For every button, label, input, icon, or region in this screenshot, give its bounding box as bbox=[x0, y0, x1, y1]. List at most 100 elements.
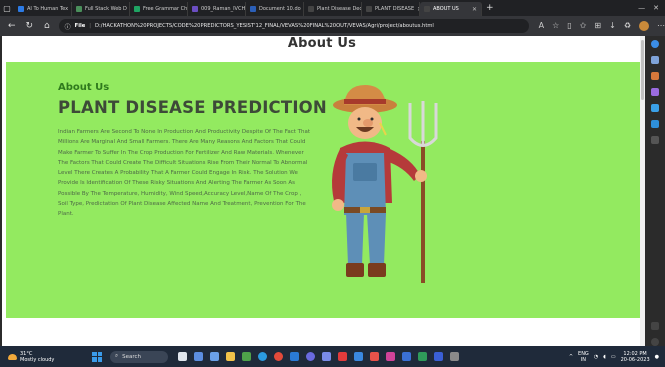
tab-label: PLANT DISEASE bbox=[375, 6, 415, 12]
menu-icon[interactable]: ⋯ bbox=[657, 21, 665, 31]
clock[interactable]: 12:02 PM 20-06-2023 bbox=[621, 351, 650, 363]
discord-icon[interactable] bbox=[322, 352, 331, 361]
favorites-icon[interactable]: ✩ bbox=[580, 21, 587, 31]
games-icon[interactable] bbox=[651, 104, 659, 112]
notifications-icon[interactable]: ● bbox=[655, 354, 659, 360]
tab-favicon-icon bbox=[76, 6, 82, 12]
section-headline: PLANT DISEASE PREDICTION bbox=[58, 98, 327, 117]
tab-label: Document 10.do bbox=[259, 6, 301, 12]
tab-favicon-icon bbox=[308, 6, 314, 12]
page-scrollbar[interactable] bbox=[640, 36, 645, 346]
tab-label: AI To Human Tex bbox=[27, 6, 69, 12]
tab-label: 009_Raman_IVCH bbox=[201, 6, 246, 12]
sidebar-settings-icon[interactable] bbox=[651, 338, 659, 346]
profile-avatar[interactable] bbox=[638, 21, 649, 31]
volume-icon[interactable]: ◖ bbox=[603, 354, 606, 360]
chat-icon[interactable] bbox=[194, 352, 203, 361]
downloads-icon[interactable]: ↓ bbox=[609, 21, 616, 31]
browser-tab[interactable]: AI To Human Tex✕ bbox=[14, 2, 72, 16]
whatsapp-icon[interactable] bbox=[418, 352, 427, 361]
weather-desc: Mostly cloudy bbox=[20, 356, 55, 363]
tab-favicon-icon bbox=[134, 6, 140, 12]
screen: ▢ AI To Human Tex✕Full Stack Web D✕Free … bbox=[0, 0, 665, 367]
file-manager-icon[interactable] bbox=[178, 352, 187, 361]
browser-tab[interactable]: Document 10.do✕ bbox=[246, 2, 304, 16]
browser-tab[interactable]: Full Stack Web D✕ bbox=[72, 2, 130, 16]
search-label: Search bbox=[122, 353, 141, 360]
add-sidebar-icon[interactable] bbox=[651, 136, 659, 144]
weather-widget[interactable]: 31°C Mostly cloudy bbox=[0, 351, 80, 363]
tools-icon[interactable] bbox=[651, 88, 659, 96]
chevron-up-icon[interactable]: ^ bbox=[569, 354, 573, 360]
address-path: D:/HACKATHON%20PROJECTS/CODE%20PREDICTOR… bbox=[95, 23, 434, 29]
windows-taskbar: 31°C Mostly cloudy ⌕ Search ^ ENG IN ◔ ◖… bbox=[0, 346, 665, 367]
tab-favicon-icon bbox=[250, 6, 256, 12]
tab-label: Free Grammar Ch bbox=[143, 6, 188, 12]
folder-icon[interactable] bbox=[226, 352, 235, 361]
section-body: Indian Farmers Are Second To None In Pro… bbox=[58, 129, 311, 217]
address-separator: | bbox=[89, 23, 92, 29]
word-icon[interactable] bbox=[402, 352, 411, 361]
search-icon: ⌕ bbox=[115, 353, 119, 359]
language-indicator[interactable]: ENG IN bbox=[578, 351, 589, 363]
system-tray: ^ ENG IN ◔ ◖ ▭ 12:02 PM 20-06-2023 ● bbox=[569, 351, 665, 363]
tab-label: ABOUT US bbox=[433, 6, 459, 12]
back-icon[interactable]: ← bbox=[6, 21, 18, 31]
settings-icon[interactable] bbox=[450, 352, 459, 361]
wifi-icon[interactable]: ◔ bbox=[594, 354, 598, 360]
section-eyebrow: About Us bbox=[58, 82, 110, 93]
farmer-illustration bbox=[332, 85, 438, 283]
browser-tab[interactable]: ABOUT US ✕ bbox=[420, 2, 482, 16]
vscode-icon[interactable] bbox=[290, 352, 299, 361]
instagram-icon[interactable] bbox=[386, 352, 395, 361]
notes-icon[interactable] bbox=[434, 352, 443, 361]
battery-icon[interactable]: ▭ bbox=[611, 354, 616, 360]
page-title: About Us bbox=[287, 36, 357, 51]
teams-icon[interactable] bbox=[306, 352, 315, 361]
mail-icon[interactable] bbox=[354, 352, 363, 361]
toolbar-icons: A ☆ ▯ ✩ ⊞ ↓ ♻ ⋯ bbox=[539, 21, 665, 31]
minimize-icon[interactable]: — bbox=[638, 4, 645, 12]
sidebar-layout-icon[interactable] bbox=[651, 322, 659, 330]
start-button[interactable] bbox=[92, 351, 102, 362]
browser-tab[interactable]: Plant Disease Dec✕ bbox=[304, 2, 362, 16]
tab-actions-icon[interactable]: ▢ bbox=[0, 1, 14, 15]
weather-cloud-icon bbox=[8, 353, 17, 360]
split-screen-icon[interactable]: ▯ bbox=[567, 21, 571, 31]
page-viewport: About Us About Us PLANT DISEASE PREDICTI… bbox=[2, 36, 645, 346]
new-tab-button[interactable]: + bbox=[482, 3, 498, 13]
collections-icon[interactable]: ⊞ bbox=[594, 21, 601, 31]
pinned-apps bbox=[178, 352, 459, 361]
edge-icon[interactable] bbox=[258, 352, 267, 361]
home-icon[interactable]: ⌂ bbox=[41, 21, 53, 31]
reload-icon[interactable]: ↻ bbox=[24, 21, 36, 31]
browser-tab[interactable]: PLANT DISEASE✕ bbox=[362, 2, 420, 16]
scroll-thumb[interactable] bbox=[641, 40, 644, 100]
bing-chat-icon[interactable] bbox=[651, 40, 659, 48]
tab-favicon-icon bbox=[192, 6, 198, 12]
browser-toolbar: ← ↻ ⌂ ⓘ File | D:/HACKATHON%20PROJECTS/C… bbox=[0, 16, 665, 36]
info-icon[interactable]: ⓘ bbox=[65, 22, 71, 31]
close-tab-icon[interactable]: ✕ bbox=[472, 6, 477, 13]
address-scheme-label: File bbox=[74, 23, 86, 29]
close-window-icon[interactable]: ✕ bbox=[653, 4, 659, 12]
favorite-icon[interactable]: ☆ bbox=[552, 21, 559, 31]
extensions-icon[interactable]: ♻ bbox=[624, 21, 631, 31]
youtube-icon[interactable] bbox=[338, 352, 347, 361]
taskbar-search[interactable]: ⌕ Search bbox=[110, 350, 168, 363]
outlook-icon[interactable] bbox=[651, 120, 659, 128]
browser-tab[interactable]: Free Grammar Ch✕ bbox=[130, 2, 188, 16]
address-bar[interactable]: ⓘ File | D:/HACKATHON%20PROJECTS/CODE%20… bbox=[58, 19, 529, 33]
tab-label: Full Stack Web D bbox=[85, 6, 127, 12]
store-icon[interactable] bbox=[210, 352, 219, 361]
app-icon[interactable] bbox=[242, 352, 251, 361]
search-icon[interactable] bbox=[651, 56, 659, 64]
tab-label: Plant Disease Dec bbox=[317, 6, 362, 12]
browser-tab[interactable]: 009_Raman_IVCH✕ bbox=[188, 2, 246, 16]
shopping-icon[interactable] bbox=[651, 72, 659, 80]
pdf-icon[interactable] bbox=[370, 352, 379, 361]
chrome-icon[interactable] bbox=[274, 352, 283, 361]
edge-sidebar bbox=[645, 36, 665, 346]
read-aloud-icon[interactable]: A bbox=[539, 21, 544, 31]
tab-favicon-icon bbox=[424, 6, 430, 12]
